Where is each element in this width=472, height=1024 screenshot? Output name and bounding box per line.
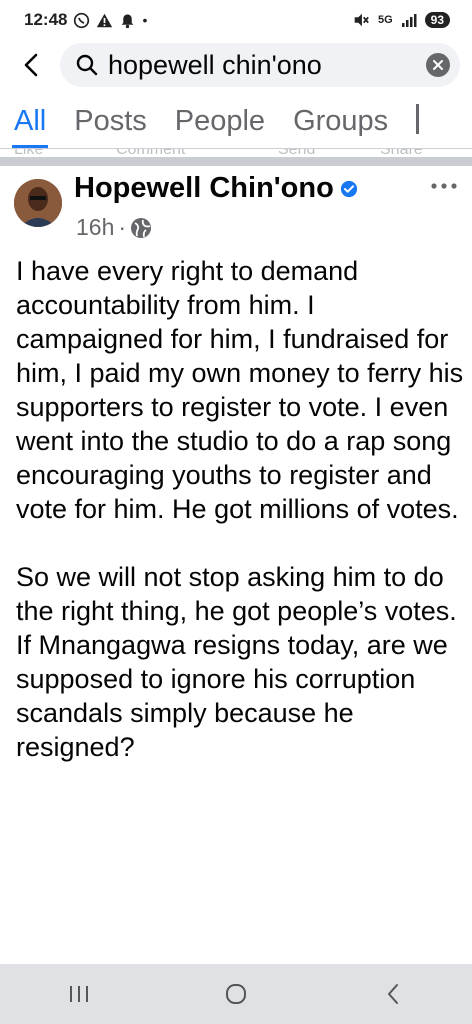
clear-search-button[interactable] <box>426 53 450 77</box>
back-nav-button[interactable] <box>363 972 423 1016</box>
ghost-comment-label: Comment <box>116 149 185 157</box>
recent-apps-button[interactable] <box>49 972 109 1016</box>
author-name[interactable]: Hopewell Chin'ono <box>74 172 334 205</box>
avatar[interactable] <box>14 179 62 227</box>
mute-icon <box>354 13 369 27</box>
chevron-left-icon <box>388 984 399 1004</box>
tab-all[interactable]: All <box>11 105 49 148</box>
system-nav-bar <box>0 964 472 1024</box>
search-input[interactable]: hopewell chin'ono <box>60 43 460 87</box>
search-tabs: All Posts People Groups <box>0 94 472 148</box>
network-type: 5G <box>377 14 393 26</box>
ghost-send-label: Send <box>278 149 315 157</box>
home-icon <box>225 984 246 1004</box>
search-query[interactable]: hopewell chin'ono <box>108 50 426 81</box>
avatar-image <box>14 179 62 227</box>
notification-icon <box>122 14 134 28</box>
status-right: 5G 93 <box>352 11 450 29</box>
chevron-left-icon <box>24 53 38 77</box>
close-icon <box>433 60 443 70</box>
signal-icon <box>401 14 417 27</box>
status-time: 12:48 <box>24 10 68 29</box>
verified-badge-icon <box>340 180 357 197</box>
home-button[interactable] <box>206 972 266 1016</box>
post-header: Hopewell Chin'ono 16h · <box>0 166 472 246</box>
tab-posts[interactable]: Posts <box>74 105 147 148</box>
globe-icon <box>131 217 152 238</box>
post-time[interactable]: 16h <box>76 214 114 241</box>
battery-icon: 93 <box>424 12 450 28</box>
search-row: hopewell chin'ono <box>0 40 472 90</box>
tab-groups[interactable]: Groups <box>293 105 388 148</box>
post-meta: 16h · <box>76 214 152 241</box>
post-paragraph: So we will not stop asking him to do the… <box>16 562 457 626</box>
post-text: I have every right to demand accountabil… <box>16 254 464 764</box>
battery-level: 93 <box>430 13 444 27</box>
post-author[interactable]: Hopewell Chin'ono <box>74 172 358 205</box>
recents-icon <box>69 986 88 1002</box>
ghost-share-label: Share <box>380 149 423 157</box>
meta-separator: · <box>118 214 127 240</box>
post-paragraph: I have every right to demand accountabil… <box>16 256 464 524</box>
status-bar: 12:48 • 5G 93 <box>0 0 472 40</box>
tab-overflow-indicator <box>416 104 420 134</box>
status-left: 12:48 • <box>24 10 147 30</box>
whatsapp-icon <box>74 12 90 28</box>
dot-icon: • <box>142 12 148 28</box>
back-button[interactable] <box>14 45 48 85</box>
tab-people[interactable]: People <box>175 105 265 148</box>
warning-icon <box>97 13 113 27</box>
search-icon <box>76 54 98 76</box>
post-paragraph: If Mnangagwa resigns today, are we suppo… <box>16 630 448 762</box>
previous-post-actions: Like Comment Send Share <box>0 149 472 157</box>
ghost-like-label: Like <box>14 149 43 157</box>
post-separator <box>0 157 472 166</box>
more-options-icon[interactable] <box>428 176 460 196</box>
